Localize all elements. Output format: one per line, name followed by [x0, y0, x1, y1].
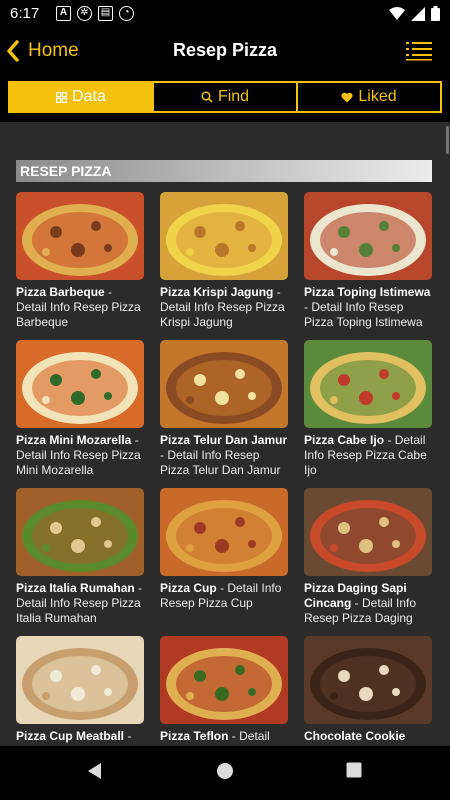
recipe-name: Pizza Italia Rumahan	[16, 581, 135, 595]
recipe-caption: Pizza Cup Meatball - Detail Info Resep P…	[16, 729, 144, 746]
recipe-name: Pizza Telur Dan Jamur	[160, 433, 288, 447]
recipe-name: Pizza Teflon	[160, 729, 229, 743]
recipe-caption: Pizza Telur Dan Jamur - Detail Info Rese…	[160, 433, 288, 478]
app-bar: Home Resep Pizza	[0, 28, 450, 74]
recipe-card[interactable]: Pizza Cup - Detail Info Resep Pizza Cup	[160, 488, 288, 611]
recipe-name: Pizza Toping Istimewa	[304, 285, 431, 299]
vpn-icon: ◔	[119, 6, 134, 21]
recipe-name: Pizza Cup Meatball	[16, 729, 125, 743]
scrollbar[interactable]	[446, 126, 449, 154]
recipe-thumbnail	[304, 340, 432, 428]
recipe-description: Detail Info Resep Pizza Mini Mozarella	[16, 448, 141, 477]
recipe-thumbnail	[16, 488, 144, 576]
status-time: 6:17	[10, 5, 40, 22]
home-back-button[interactable]: Home	[6, 36, 79, 66]
recipe-caption: Chocolate Cookie Pizza - Detail Info Res…	[304, 729, 432, 746]
recipe-caption: Pizza Daging Sapi Cincang - Detail Info …	[304, 581, 432, 626]
recipe-card[interactable]: Pizza Italia Rumahan - Detail Info Resep…	[16, 488, 144, 626]
recipe-description: Detail Info Resep Pizza Krispi Jagung	[160, 300, 285, 329]
recipe-card[interactable]: Pizza Toping Istimewa - Detail Info Rese…	[304, 192, 432, 330]
tab-find[interactable]: Find	[152, 83, 296, 111]
recipe-thumbnail	[160, 192, 288, 280]
recipe-card[interactable]: Pizza Teflon - Detail Info Resep Pizza T…	[160, 636, 288, 746]
recipe-thumbnail	[160, 340, 288, 428]
search-icon	[201, 91, 213, 103]
recents-nav-icon[interactable]	[346, 762, 362, 778]
notification-icons: A ✲ ▤ ◔	[56, 6, 134, 21]
recipe-separator: -	[131, 433, 139, 447]
recipe-separator: -	[124, 729, 132, 743]
recipe-thumbnail	[160, 636, 288, 724]
system-icons	[389, 6, 440, 21]
back-nav-icon[interactable]	[86, 762, 104, 780]
grid-icon	[56, 91, 68, 103]
recipe-thumbnail	[16, 636, 144, 724]
status-bar: 6:17 A ✲ ▤ ◔	[0, 0, 450, 28]
recipe-thumbnail	[160, 488, 288, 576]
recipe-caption: Pizza Barbeque - Detail Info Resep Pizza…	[16, 285, 144, 330]
recipe-caption: Pizza Cabe Ijo - Detail Info Resep Pizza…	[304, 433, 432, 478]
recipe-description: Detail Info Resep Pizza Italia Rumahan	[16, 596, 141, 625]
tab-data[interactable]: Data	[10, 83, 152, 111]
recipe-caption: Pizza Mini Mozarella - Detail Info Resep…	[16, 433, 144, 478]
tab-find-label: Find	[217, 88, 250, 105]
menu-list-icon[interactable]	[406, 41, 432, 61]
wifi-icon	[389, 6, 405, 20]
recipe-caption: Pizza Italia Rumahan - Detail Info Resep…	[16, 581, 144, 626]
navigation-bar	[0, 746, 450, 800]
recipe-caption: Pizza Cup - Detail Info Resep Pizza Cup	[160, 581, 288, 611]
recipe-caption: Pizza Krispi Jagung - Detail Info Resep …	[160, 285, 288, 330]
recipe-caption: Pizza Toping Istimewa - Detail Info Rese…	[304, 285, 432, 330]
recipe-card[interactable]: Pizza Krispi Jagung - Detail Info Resep …	[160, 192, 288, 330]
recipe-card[interactable]: Pizza Cabe Ijo - Detail Info Resep Pizza…	[304, 340, 432, 478]
chevron-left-icon	[7, 40, 19, 62]
recipe-name: Pizza Cup	[160, 581, 217, 595]
recipe-name: Pizza Cabe Ijo	[304, 433, 385, 447]
home-label: Home	[28, 40, 79, 61]
recipe-card[interactable]: Pizza Cup Meatball - Detail Info Resep P…	[16, 636, 144, 746]
recipe-thumbnail	[304, 636, 432, 724]
tab-liked-label: Liked	[358, 88, 397, 105]
recipe-description: Detail Info Resep Pizza Telur Dan Jamur	[160, 448, 281, 477]
recipe-caption: Pizza Teflon - Detail Info Resep Pizza T…	[160, 729, 288, 746]
recipe-description: Detail Info Resep Pizza Barbeque	[16, 300, 141, 329]
recipe-separator: -	[273, 285, 281, 299]
heart-icon	[341, 92, 353, 102]
recipe-separator: -	[228, 729, 240, 743]
recipe-name: Pizza Krispi Jagung	[160, 285, 274, 299]
recipe-separator: -	[216, 581, 228, 595]
tab-liked[interactable]: Liked	[296, 83, 440, 111]
recipe-thumbnail	[16, 192, 144, 280]
recipe-list-panel[interactable]: RESEP PIZZA Pizza Barbeque - Detail Info…	[0, 122, 450, 746]
settings-notification-icon: ✲	[77, 6, 92, 21]
sd-card-icon: ▤	[98, 6, 113, 21]
recipe-thumbnail	[16, 340, 144, 428]
home-nav-icon[interactable]	[216, 762, 234, 780]
recipe-thumbnail	[304, 488, 432, 576]
recipe-description: Detail Info Resep Pizza Toping Istimewa	[304, 300, 423, 329]
section-header: RESEP PIZZA	[16, 160, 432, 182]
recipe-card[interactable]: Pizza Daging Sapi Cincang - Detail Info …	[304, 488, 432, 626]
recipe-separator: -	[104, 285, 113, 299]
battery-icon	[431, 6, 440, 21]
recipe-card[interactable]: Chocolate Cookie Pizza - Detail Info Res…	[304, 636, 432, 746]
recipe-thumbnail	[304, 192, 432, 280]
tab-data-label: Data	[72, 88, 106, 105]
signal-icon	[411, 6, 425, 21]
recipe-separator: -	[134, 581, 143, 595]
recipe-separator: -	[384, 433, 395, 447]
recipe-card[interactable]: Pizza Mini Mozarella - Detail Info Resep…	[16, 340, 144, 478]
a-notification-icon: A	[56, 6, 71, 21]
recipe-name: Pizza Barbeque	[16, 285, 105, 299]
recipe-separator: -	[351, 596, 363, 610]
tab-bar: Data Find Liked	[8, 81, 442, 113]
recipe-card[interactable]: Pizza Barbeque - Detail Info Resep Pizza…	[16, 192, 144, 330]
recipe-name: Pizza Mini Mozarella	[16, 433, 132, 447]
recipe-card[interactable]: Pizza Telur Dan Jamur - Detail Info Rese…	[160, 340, 288, 478]
